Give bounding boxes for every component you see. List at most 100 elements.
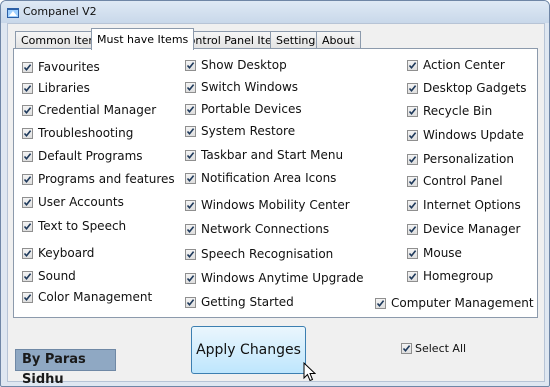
check-icon [23, 106, 32, 114]
checkbox-personalization[interactable]: Personalization [407, 151, 514, 167]
checkbox-box [407, 199, 418, 211]
checkbox-box [407, 175, 418, 187]
apply-changes-button[interactable]: Apply Changes [191, 326, 306, 374]
tab-about[interactable]: About [316, 31, 361, 48]
checkbox-box [185, 81, 196, 93]
check-icon [408, 249, 417, 257]
client-area: Common Items Must have Items Control Pan… [7, 23, 545, 386]
checkbox-box [22, 173, 33, 185]
checkbox-text-to-speech[interactable]: Text to Speech [22, 218, 126, 234]
checkbox-favourites[interactable]: Favourites [22, 59, 100, 75]
checkbox-label: Internet Options [423, 198, 521, 212]
checkbox-recycle-bin[interactable]: Recycle Bin [407, 103, 492, 119]
checkbox-homegroup[interactable]: Homegroup [407, 268, 493, 284]
checkbox-label: Speech Recognisation [201, 247, 334, 261]
checkbox-device-manager[interactable]: Device Manager [407, 221, 520, 237]
checkbox-notification-area-icons[interactable]: Notification Area Icons [185, 170, 336, 186]
author-label: By Paras Sidhu [15, 349, 116, 386]
checkbox-getting-started[interactable]: Getting Started [185, 294, 294, 310]
checkbox-computer-management[interactable]: Computer Management [375, 295, 534, 311]
select-all-checkbox[interactable]: Select All [401, 340, 466, 356]
check-icon [186, 201, 195, 209]
apply-changes-label: Apply Changes [196, 342, 301, 358]
checkbox-label: Default Programs [38, 149, 143, 163]
checkbox-mouse[interactable]: Mouse [407, 245, 462, 261]
check-icon [402, 344, 411, 352]
checkbox-desktop-gadgets[interactable]: Desktop Gadgets [407, 80, 527, 96]
check-icon [23, 293, 32, 301]
checkbox-portable-devices[interactable]: Portable Devices [185, 101, 302, 117]
checkbox-label: Device Manager [423, 222, 521, 236]
checkbox-box [22, 82, 33, 94]
checkbox-network-connections[interactable]: Network Connections [185, 221, 329, 237]
check-icon [408, 107, 417, 115]
checkbox-keyboard[interactable]: Keyboard [22, 245, 94, 261]
checkbox-label: Credential Manager [38, 103, 157, 117]
mouse-cursor-icon [303, 362, 316, 382]
checkbox-speech-recognisation[interactable]: Speech Recognisation [185, 246, 333, 262]
checkbox-show-desktop[interactable]: Show Desktop [185, 57, 287, 73]
checkbox-label: Switch Windows [201, 80, 299, 94]
checkbox-label: Show Desktop [201, 58, 287, 72]
check-icon [186, 127, 195, 135]
app-window: Companel V2 Common Items Must have Items… [0, 0, 550, 387]
checkbox-windows-update[interactable]: Windows Update [407, 127, 524, 143]
check-icon [23, 249, 32, 257]
check-icon [376, 299, 385, 307]
checkbox-windows-mobility-center[interactable]: Windows Mobility Center [185, 197, 350, 213]
check-icon [186, 105, 195, 113]
checkbox-label: Troubleshooting [38, 126, 134, 140]
checkbox-box [22, 220, 33, 232]
checkbox-user-accounts[interactable]: User Accounts [22, 194, 124, 210]
checkbox-credential-manager[interactable]: Credential Manager [22, 102, 156, 118]
checkbox-troubleshooting[interactable]: Troubleshooting [22, 125, 133, 141]
check-icon [408, 225, 417, 233]
checkbox-windows-anytime-upgrade[interactable]: Windows Anytime Upgrade [185, 270, 364, 286]
checkbox-control-panel[interactable]: Control Panel [407, 173, 503, 189]
checkbox-label: Recycle Bin [423, 104, 493, 118]
check-icon [23, 222, 32, 230]
checkbox-label: Windows Mobility Center [201, 198, 350, 212]
checkbox-box [407, 82, 418, 94]
check-icon [23, 84, 32, 92]
checkbox-switch-windows[interactable]: Switch Windows [185, 79, 298, 95]
checkbox-color-management[interactable]: Color Management [22, 289, 152, 305]
checkbox-action-center[interactable]: Action Center [407, 57, 505, 73]
checkbox-sound[interactable]: Sound [22, 268, 76, 284]
tab-must-have-items[interactable]: Must have Items [91, 28, 195, 50]
checkbox-label: Notification Area Icons [201, 171, 337, 185]
checkbox-default-programs[interactable]: Default Programs [22, 148, 143, 164]
check-icon [408, 177, 417, 185]
checkbox-internet-options[interactable]: Internet Options [407, 197, 521, 213]
checkbox-programs-and-features[interactable]: Programs and features [22, 171, 175, 187]
check-icon [408, 131, 417, 139]
check-icon [186, 61, 195, 69]
checkbox-label: Color Management [38, 290, 153, 304]
checkbox-taskbar-and-start-menu[interactable]: Taskbar and Start Menu [185, 147, 343, 163]
checkbox-label: Getting Started [201, 295, 294, 309]
checkbox-box [185, 59, 196, 71]
checkbox-label: Programs and features [38, 172, 175, 186]
checkbox-label: Windows Anytime Upgrade [201, 271, 364, 285]
checkbox-box [22, 291, 33, 303]
check-icon [23, 152, 32, 160]
select-all-label: Select All [415, 341, 467, 355]
checkbox-box [22, 127, 33, 139]
checkbox-system-restore[interactable]: System Restore [185, 123, 295, 139]
checkbox-box [185, 223, 196, 235]
check-icon [408, 84, 417, 92]
checkbox-box [407, 153, 418, 165]
checkbox-box [22, 270, 33, 282]
check-icon [186, 151, 195, 159]
checkbox-label: User Accounts [38, 195, 124, 209]
check-icon [23, 175, 32, 183]
checkbox-box [22, 104, 33, 116]
check-icon [408, 201, 417, 209]
checkbox-box [185, 149, 196, 161]
checkbox-libraries[interactable]: Libraries [22, 80, 90, 96]
checkbox-label: Computer Management [391, 296, 534, 310]
check-icon [186, 298, 195, 306]
checkbox-label: Taskbar and Start Menu [201, 148, 344, 162]
checkbox-label: Mouse [423, 246, 462, 260]
check-icon [186, 250, 195, 258]
